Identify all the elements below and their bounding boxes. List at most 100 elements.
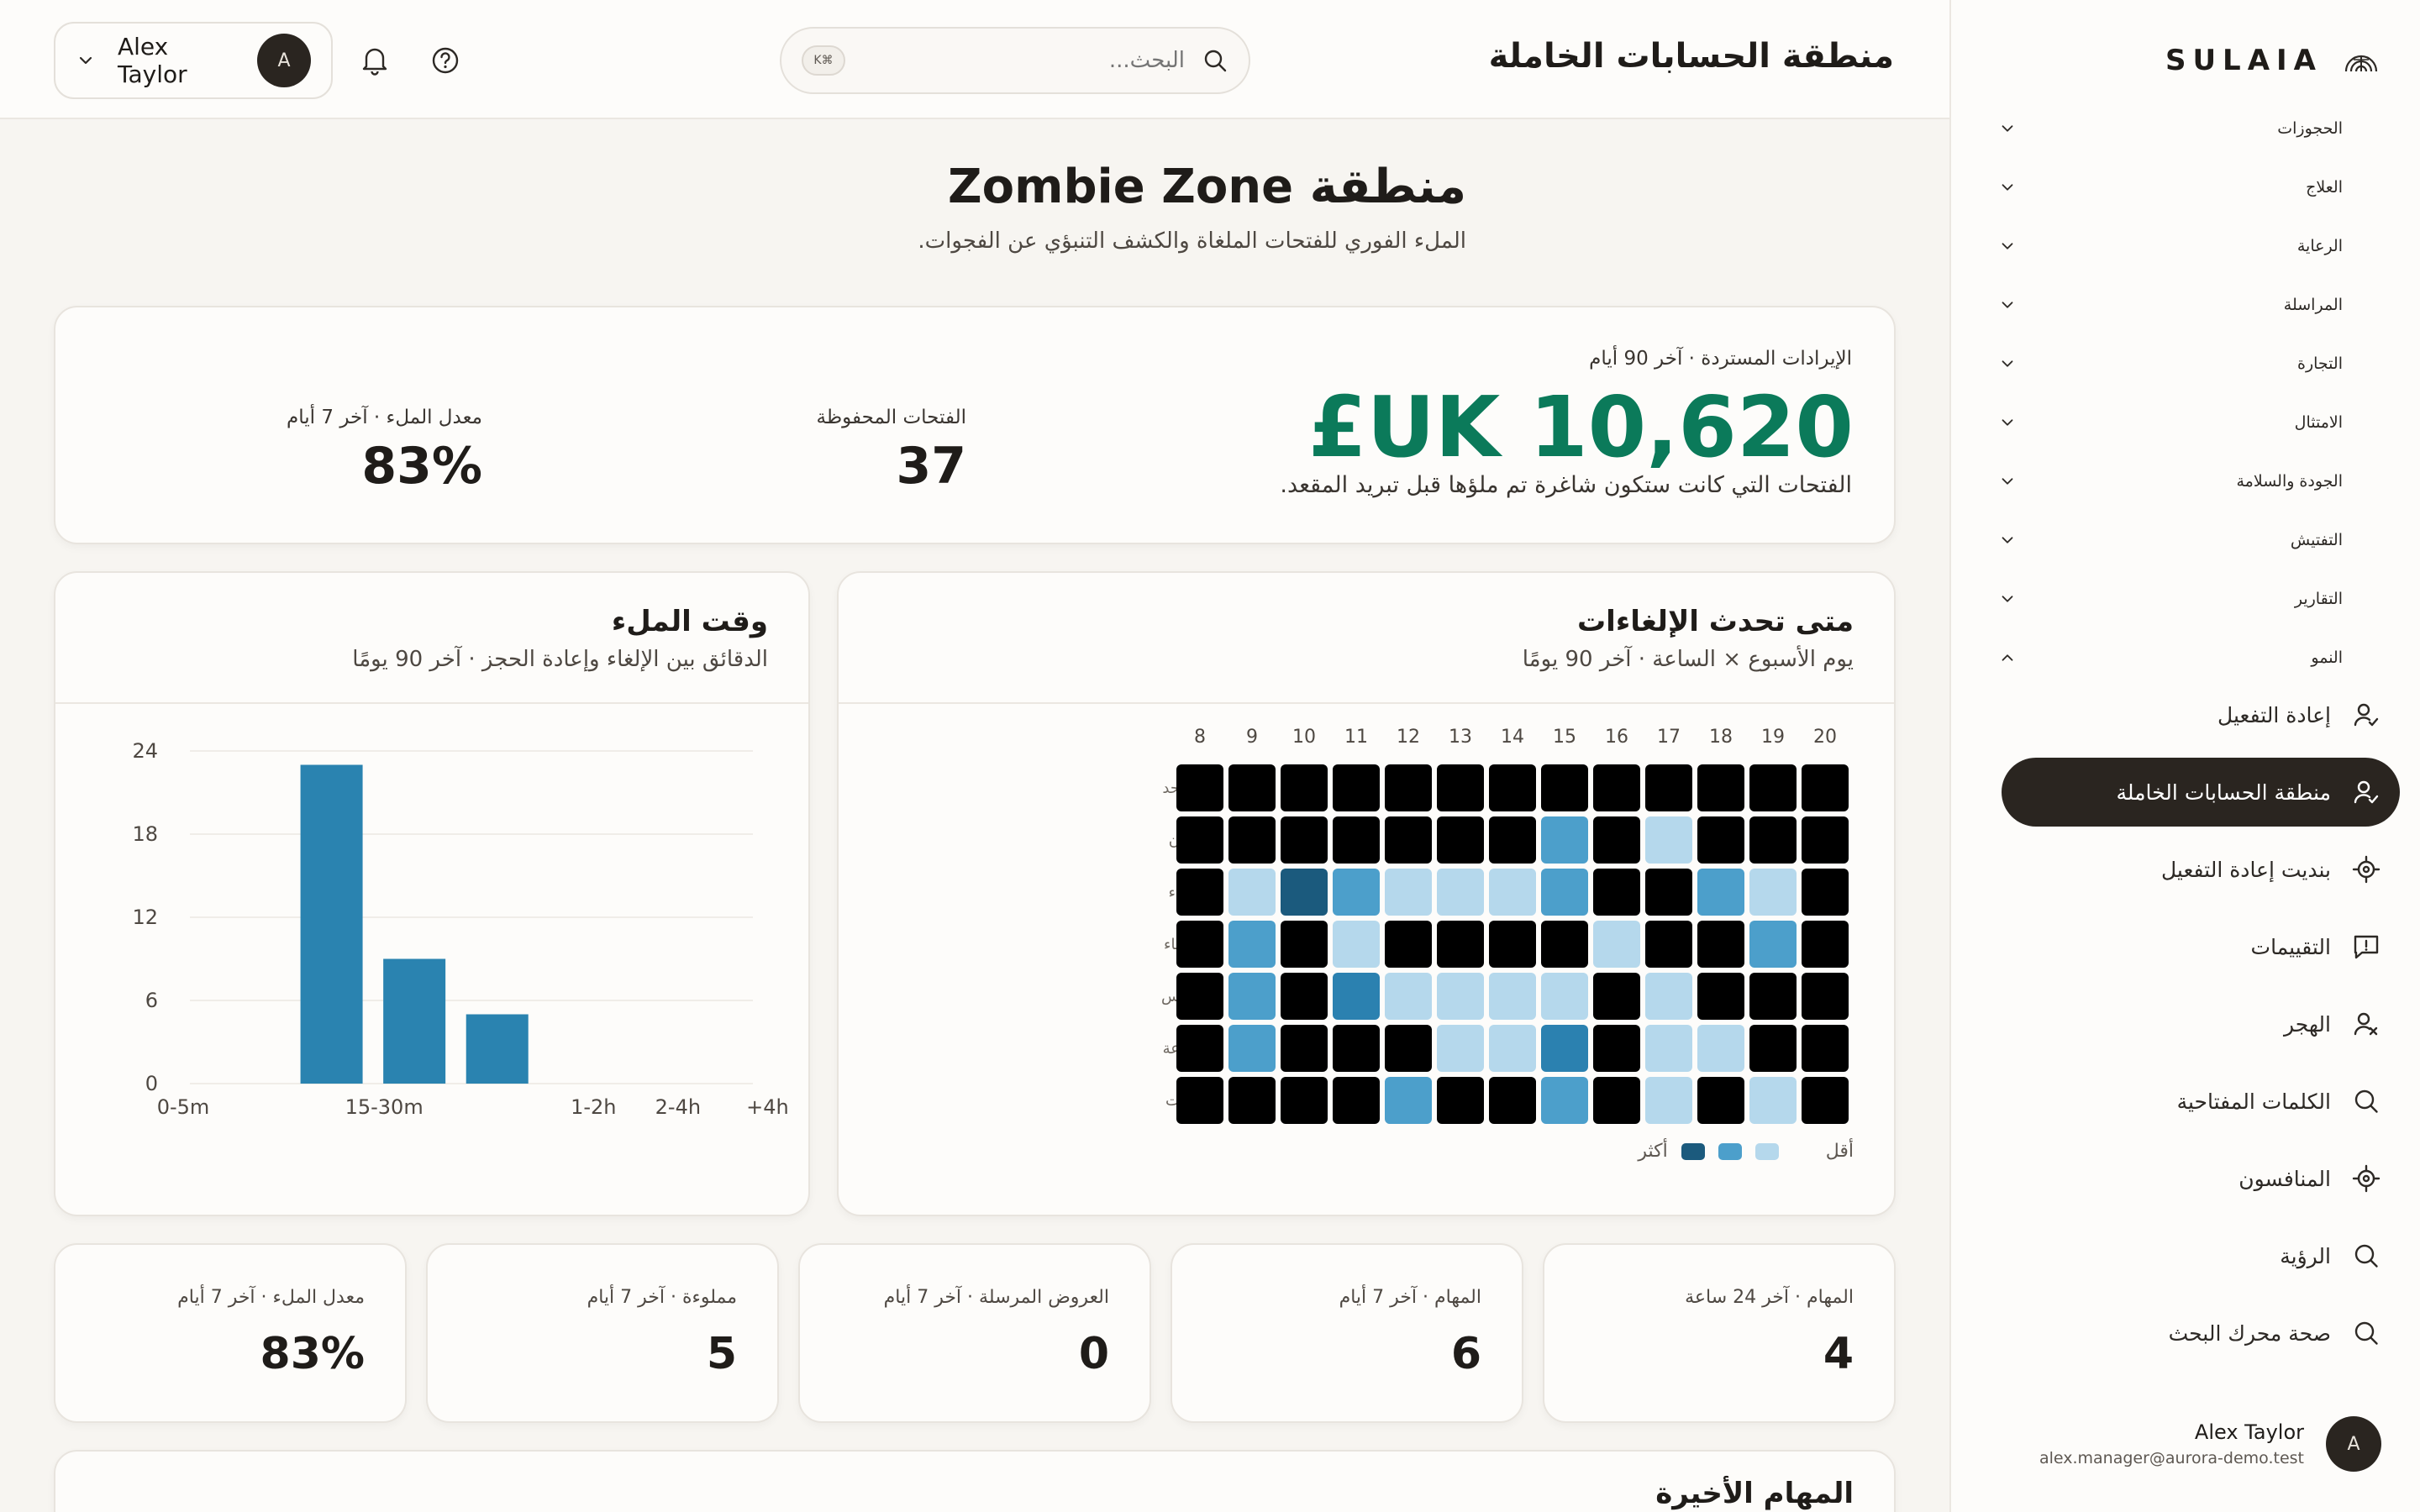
metric-card-tasks-24h: المهام · آخر 24 ساعة 4 xyxy=(1543,1243,1896,1423)
brand-name: SULAIA xyxy=(2165,44,2323,77)
search-icon xyxy=(2354,1089,2378,1113)
sidebar-group[interactable]: التفتيش xyxy=(1949,511,2420,570)
user-check-icon xyxy=(2354,703,2379,727)
chevron-down-icon xyxy=(2002,478,2013,485)
heatmap-cell xyxy=(1749,1077,1797,1124)
heatmap-cell xyxy=(1697,1025,1744,1072)
sidebar-group-label: الحجوزات xyxy=(2277,119,2343,138)
heatmap-cell xyxy=(1176,869,1223,916)
sidebar-item[interactable]: صحة محرك البحث xyxy=(2002,1299,2400,1368)
heatmap-cell xyxy=(1437,1025,1484,1072)
search-shortcut: K⌘ xyxy=(802,45,845,76)
sidebar-item-label: منطقة الحسابات الخاملة xyxy=(2116,780,2331,805)
heatmap-hour-label: 13 xyxy=(1449,727,1472,748)
target-icon xyxy=(2352,855,2381,884)
heatmap-cell xyxy=(1697,869,1744,916)
heatmap-hour-label: 15 xyxy=(1553,727,1576,748)
sidebar-group-label: الامتثال xyxy=(2294,413,2343,432)
sidebar-group[interactable]: الامتثال xyxy=(1949,393,2420,452)
heatmap-cell xyxy=(1385,869,1432,916)
brand-logo-icon xyxy=(2344,55,2378,72)
search-box[interactable]: K⌘ xyxy=(780,27,1250,94)
heatmap-legend: أكثر أقل xyxy=(1638,1141,1854,1162)
heatmap-hour-label: 10 xyxy=(1292,727,1316,748)
user-x-icon xyxy=(2354,1012,2378,1036)
heatmap-hour-label: 17 xyxy=(1657,727,1681,748)
heatmap-cell xyxy=(1802,764,1849,811)
y-tick-label: 12 xyxy=(132,906,158,929)
heatmap-cell xyxy=(1541,921,1588,968)
heatmap-cell xyxy=(1645,1077,1692,1124)
sidebar-group[interactable]: المراسلة xyxy=(1949,276,2420,334)
heatmap-cell xyxy=(1333,869,1380,916)
chevron-down-icon xyxy=(2002,184,2013,191)
card-title: وقت الملء xyxy=(611,605,768,638)
y-tick-label: 24 xyxy=(132,739,158,763)
sidebar-group-label: الرعاية xyxy=(2296,237,2343,255)
heatmap-cell xyxy=(1489,1025,1536,1072)
user-name: Alex Taylor xyxy=(2194,1420,2304,1444)
heatmap-cell xyxy=(1697,764,1744,811)
sidebar-group[interactable]: العلاج xyxy=(1949,158,2420,217)
sidebar-group-label: التجارة xyxy=(2297,354,2343,373)
heatmap-cell xyxy=(1645,921,1692,968)
search-input[interactable] xyxy=(845,48,1202,73)
x-tick-label: 2-4h xyxy=(655,1095,701,1119)
recovered-revenue-card: الإيرادات المستردة · آخر 90 أيام £UK 10,… xyxy=(54,306,1896,544)
metric-label: مملوءة · آخر 7 أيام xyxy=(587,1287,737,1308)
search-icon xyxy=(2354,1244,2378,1268)
heatmap-cell xyxy=(1802,921,1849,968)
cancellations-heatmap: 8 9 10 11 12 13 14 15 16 17 18 19 20حدناءباءسعةت xyxy=(1161,727,1849,1124)
heatmap-cell xyxy=(1176,764,1223,811)
sidebar-item[interactable]: بنديت إعادة التفعيل xyxy=(2002,835,2400,904)
metric-card-fill-rate: معدل الملء · آخر 7 أيام 83% xyxy=(54,1243,407,1423)
sidebar-item[interactable]: إعادة التفعيل xyxy=(2002,680,2400,749)
account-name: Alex Taylor xyxy=(118,33,187,88)
heatmap-cell xyxy=(1697,973,1744,1020)
heatmap-cell xyxy=(1697,816,1744,864)
heatmap-cell xyxy=(1749,973,1797,1020)
sidebar-group[interactable]: التجارة xyxy=(1949,334,2420,393)
sidebar-item[interactable]: منطقة الحسابات الخاملة xyxy=(2002,758,2400,827)
sidebar-group[interactable]: الحجوزات xyxy=(1949,99,2420,158)
heatmap-cell xyxy=(1541,869,1588,916)
sidebar-item-label: التقييمات xyxy=(2250,934,2331,959)
account-menu[interactable]: Alex Taylor A xyxy=(54,22,333,99)
sidebar-item[interactable]: الرؤية xyxy=(2002,1221,2400,1290)
metric-card-tasks-7d: المهام · آخر 7 أيام 6 xyxy=(1171,1243,1523,1423)
stat-label: معدل الملء · آخر 7 أيام xyxy=(287,407,482,428)
help-icon[interactable] xyxy=(430,45,460,76)
heatmap-cell xyxy=(1541,973,1588,1020)
sidebar-item-label: صحة محرك البحث xyxy=(2168,1320,2331,1346)
sidebar-group[interactable]: التقارير xyxy=(1949,570,2420,628)
user-text: Alex Taylor alex.manager@aurora-demo.tes… xyxy=(2039,1420,2304,1467)
heatmap-cell xyxy=(1385,973,1432,1020)
heatmap-cell xyxy=(1176,1025,1223,1072)
target-icon xyxy=(2352,1164,2381,1193)
sidebar-user[interactable]: Alex Taylor alex.manager@aurora-demo.tes… xyxy=(2039,1416,2381,1472)
sidebar-group-label: العلاج xyxy=(2306,178,2343,197)
chevron-down-icon xyxy=(79,56,92,65)
sidebar-item-label: إعادة التفعيل xyxy=(2217,702,2331,727)
sidebar-item[interactable]: الهجر xyxy=(2002,990,2400,1058)
heatmap-cell xyxy=(1593,1077,1640,1124)
heatmap-cell xyxy=(1541,1077,1588,1124)
heatmap-cell xyxy=(1541,1025,1588,1072)
sidebar-group[interactable]: الجودة والسلامة xyxy=(1949,452,2420,511)
heatmap-cell xyxy=(1645,764,1692,811)
sidebar-item[interactable]: المنافسون xyxy=(2002,1144,2400,1213)
card-title: متى تحدث الإلغاءات xyxy=(1577,605,1854,638)
sidebar-group[interactable]: النمو xyxy=(1949,628,2420,687)
sidebar-item-label: الهجر xyxy=(2283,1011,2331,1037)
sidebar: SULAIA الحجوزات العلاج الرعاية المراسلة التج… xyxy=(1949,0,2420,1512)
sidebar-item[interactable]: التقييمات xyxy=(2002,912,2400,981)
brand[interactable]: SULAIA xyxy=(2165,40,2380,81)
card-subtitle: يوم الأسبوع × الساعة · آخر 90 يومًا xyxy=(1522,647,1854,672)
hero-label: الإيرادات المستردة · آخر 90 أيام xyxy=(1589,348,1852,370)
sidebar-item[interactable]: الكلمات المفتاحية xyxy=(2002,1067,2400,1136)
bell-icon[interactable] xyxy=(360,44,390,76)
fill-time-bar-chart: 0 6 12 18 24 0-5m 15-30m 1-2h 2-4h +4h xyxy=(132,739,788,1119)
heatmap-cell xyxy=(1385,921,1432,968)
sidebar-group[interactable]: الرعاية xyxy=(1949,217,2420,276)
heatmap-cell xyxy=(1281,869,1328,916)
